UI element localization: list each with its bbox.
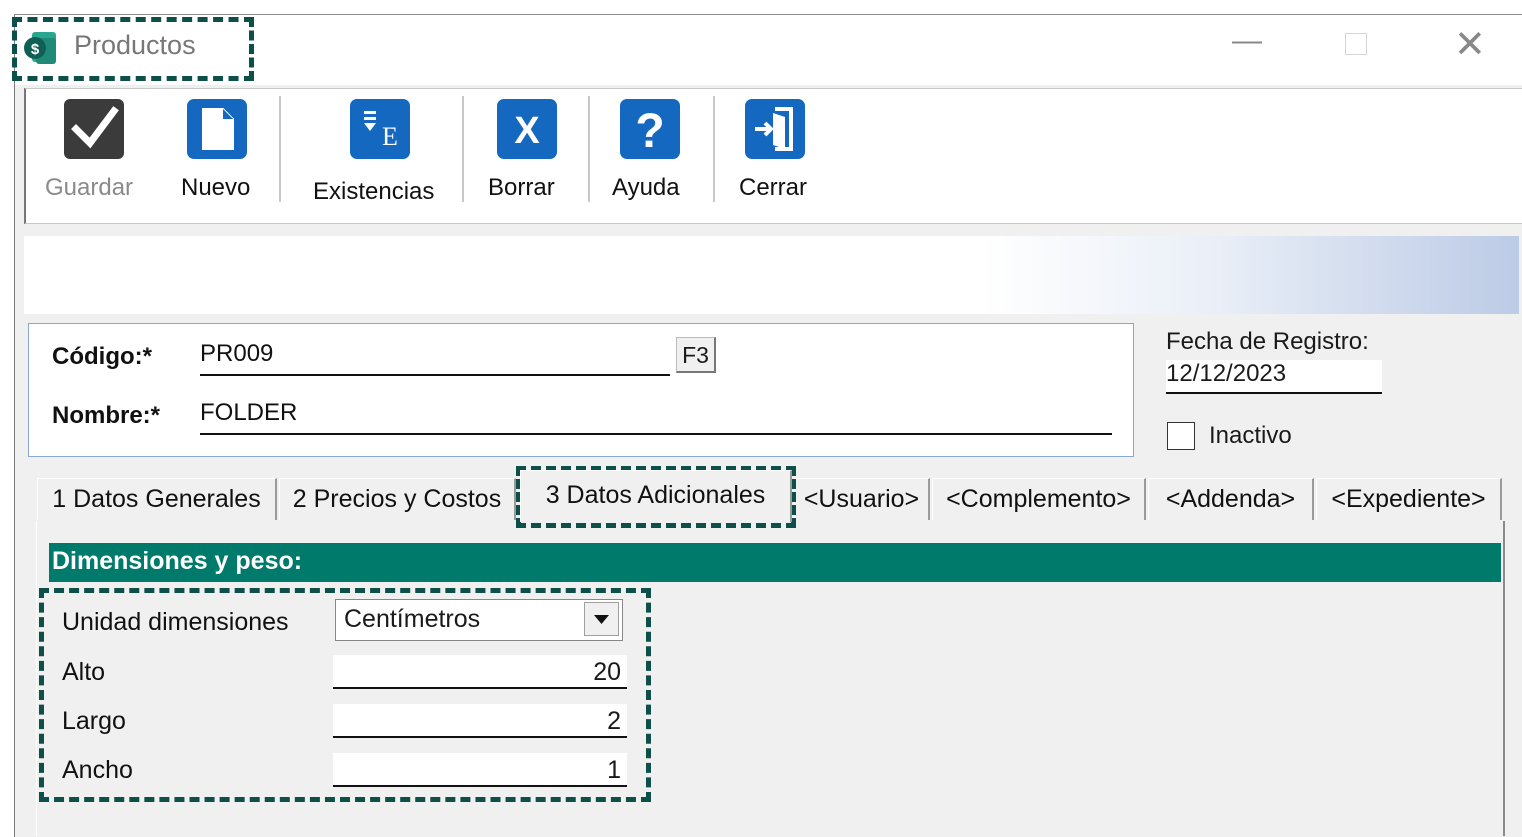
checkmark-icon <box>64 99 124 159</box>
new-label: Nuevo <box>181 174 251 201</box>
stock-label: Existencias <box>313 178 435 205</box>
new-button[interactable]: Nuevo <box>160 92 275 212</box>
toolbar-separator <box>462 96 464 202</box>
close-button[interactable]: ✕ <box>1454 22 1486 67</box>
svg-text:?: ? <box>635 105 664 158</box>
delete-button[interactable]: X Borrar <box>472 92 582 212</box>
maximize-button[interactable] <box>1345 33 1367 55</box>
stock-button[interactable]: E Existencias <box>300 92 460 212</box>
toolbar-separator <box>279 96 281 202</box>
tab-datos-generales[interactable]: 1 Datos Generales <box>37 478 277 520</box>
help-icon: ? <box>620 99 680 159</box>
exit-door-icon <box>745 99 805 159</box>
toolbar-separator <box>588 96 590 202</box>
inactivo-checkbox[interactable] <box>1167 422 1195 450</box>
tab-usuario[interactable]: <Usuario> <box>794 478 930 520</box>
svg-text:E: E <box>382 122 398 151</box>
nombre-field[interactable]: FOLDER <box>200 399 1112 435</box>
highlight-title <box>12 17 254 81</box>
close-form-label: Cerrar <box>739 174 808 201</box>
inventory-icon: E <box>350 99 410 159</box>
delete-label: Borrar <box>488 174 555 201</box>
fecha-registro-value: 12/12/2023 <box>1166 360 1287 387</box>
codigo-field[interactable]: PR009 <box>200 340 670 376</box>
tab-precios-costos[interactable]: 2 Precios y Costos <box>279 478 516 520</box>
tab-addenda[interactable]: <Addenda> <box>1148 478 1314 520</box>
close-form-button[interactable]: Cerrar <box>725 92 835 212</box>
f3-lookup-button[interactable]: F3 <box>676 337 716 373</box>
tab-complemento[interactable]: <Complemento> <box>932 478 1146 520</box>
help-label: Ayuda <box>612 174 680 201</box>
codigo-value: PR009 <box>200 340 274 367</box>
fecha-registro-label: Fecha de Registro: <box>1166 328 1369 355</box>
save-button[interactable]: Guardar <box>36 92 151 212</box>
new-document-icon <box>187 99 247 159</box>
nombre-value: FOLDER <box>200 399 298 426</box>
tab-datos-adicionales[interactable]: 3 Datos Adicionales <box>520 470 792 522</box>
tab-expediente[interactable]: <Expediente> <box>1316 478 1502 520</box>
nombre-label: Nombre:* <box>52 402 161 429</box>
section-title: Dimensiones y peso: <box>52 547 303 575</box>
inactivo-label: Inactivo <box>1209 422 1292 449</box>
codigo-label: Código:* <box>52 343 152 370</box>
save-label: Guardar <box>45 174 134 201</box>
fecha-registro-field[interactable]: 12/12/2023 <box>1166 360 1382 394</box>
toolbar-separator <box>713 96 715 202</box>
help-button[interactable]: ? Ayuda <box>598 92 708 212</box>
banner-area <box>24 236 1519 314</box>
highlight-dimensions <box>39 588 651 802</box>
svg-text:X: X <box>514 110 540 152</box>
delete-x-icon: X <box>497 99 557 159</box>
minimize-button[interactable]: — <box>1232 24 1262 58</box>
